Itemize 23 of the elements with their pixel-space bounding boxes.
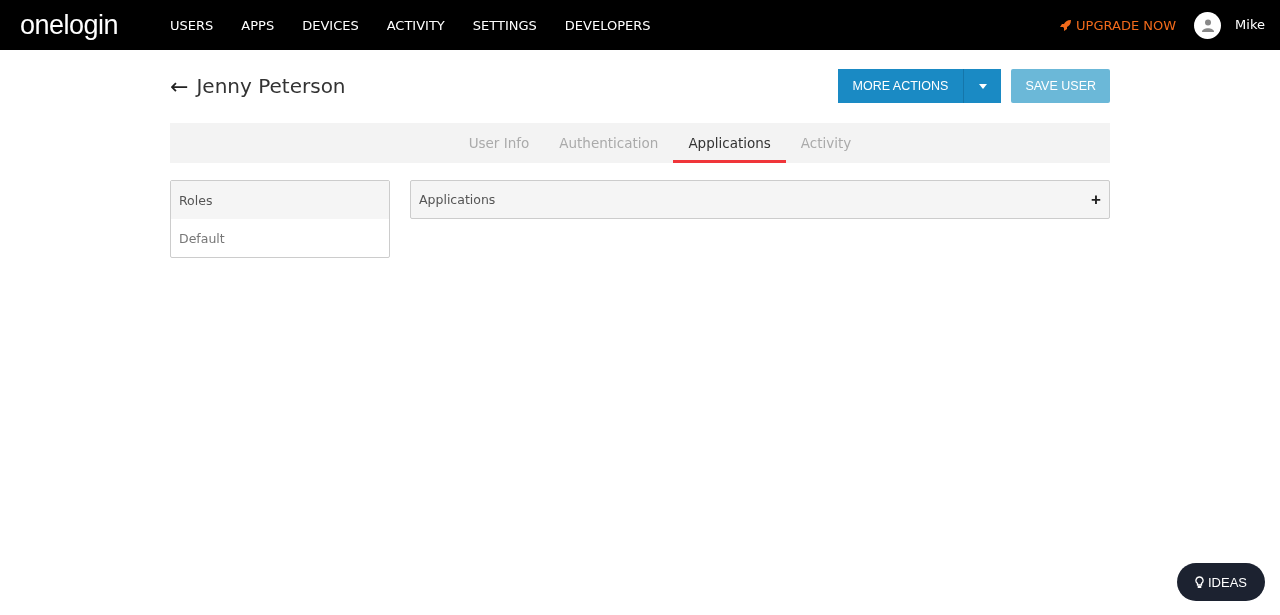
person-icon bbox=[1201, 18, 1214, 32]
onelogin-logo[interactable]: onelogin bbox=[20, 9, 119, 41]
roles-heading: Roles bbox=[171, 181, 389, 219]
nav-link[interactable]: DEVELOPERS bbox=[564, 17, 651, 33]
upgrade-link[interactable]: UPGRADE NOW bbox=[1060, 17, 1177, 33]
caret-icon bbox=[978, 83, 987, 89]
role-item: Default bbox=[178, 229, 226, 248]
nav-link[interactable]: APPS bbox=[241, 17, 275, 33]
ideas-button[interactable]: IDEAS bbox=[1177, 563, 1265, 601]
rocket-icon bbox=[1060, 19, 1073, 31]
tab[interactable]: Applications bbox=[673, 126, 786, 163]
nav-link[interactable]: ACTIVITY bbox=[386, 17, 445, 33]
lightbulb-icon bbox=[1195, 575, 1204, 589]
user-avatar[interactable] bbox=[1194, 11, 1222, 39]
nav-link[interactable]: DEVICES bbox=[302, 17, 359, 33]
applications-heading: Applications bbox=[419, 192, 496, 207]
nav-link[interactable]: SETTINGS bbox=[472, 17, 537, 33]
add-button[interactable]: + bbox=[1091, 189, 1101, 210]
user-name[interactable]: Mike bbox=[1235, 17, 1265, 32]
page-title: Jenny Peterson bbox=[196, 74, 346, 98]
nav-link[interactable]: USERS bbox=[170, 17, 214, 33]
more-actions-button[interactable]: MORE ACTIONS bbox=[837, 69, 965, 103]
back-link[interactable]: ← bbox=[170, 73, 189, 99]
